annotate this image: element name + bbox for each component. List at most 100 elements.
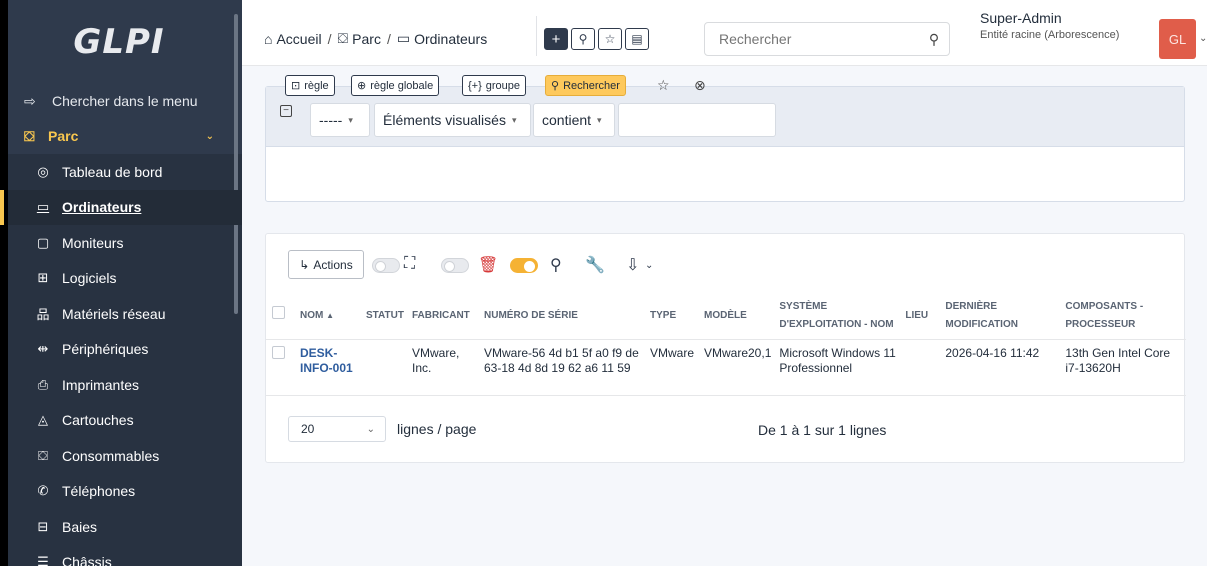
column-header-modele[interactable]: MODÈLE — [700, 294, 776, 340]
operator-select[interactable]: contient ▾ — [533, 103, 615, 137]
global-search[interactable]: ⚲ — [704, 22, 950, 56]
reset-icon[interactable]: ⊗ — [694, 77, 706, 94]
search-icon[interactable]: ⚲ — [919, 31, 949, 48]
column-header-os[interactable]: SYSTÈME D'EXPLOITATION - NOM — [775, 294, 902, 340]
templates-button[interactable]: ▤ — [625, 28, 649, 50]
breadcrumb-ordinateurs[interactable]: Ordinateurs — [414, 31, 487, 47]
group-icon: {+} — [468, 79, 482, 92]
add-group-button[interactable]: {+} groupe — [462, 75, 527, 96]
breadcrumb-parc[interactable]: Parc — [352, 31, 381, 47]
chevron-down-icon: ⌄ — [366, 423, 375, 435]
sidebar-section-parc[interactable]: ⛋ Parc ⌄ — [8, 118, 242, 154]
section-label: Parc — [48, 128, 79, 144]
cell-type: VMware — [646, 339, 700, 396]
column-header-lieu[interactable]: LIEU — [901, 294, 942, 340]
user-info[interactable]: Super-Admin Entité racine (Arborescence) — [980, 10, 1119, 41]
collapse-icon[interactable]: − — [280, 105, 292, 117]
cartridge-icon: ◬ — [38, 412, 48, 428]
computer-icon: ▭ — [396, 30, 411, 46]
chevron-down-icon: ▾ — [597, 114, 602, 125]
search-icon: ⚲ — [550, 257, 562, 274]
peripheral-icon: ⇹ — [37, 341, 49, 357]
breadcrumb-separator: / — [386, 30, 391, 47]
column-header-fabricant[interactable]: FABRICANT — [408, 294, 480, 340]
actions-button[interactable]: ↳ Actions — [288, 250, 364, 279]
sidebar-item-tableau-de-bord[interactable]: ◎ Tableau de bord — [8, 154, 242, 190]
search-button[interactable]: ⚲ — [571, 28, 595, 50]
column-header-nom[interactable]: NOM ▲ — [296, 294, 362, 340]
chevron-down-icon[interactable]: ⌄ — [1199, 33, 1207, 44]
search-toggle[interactable] — [510, 258, 538, 273]
add-button[interactable]: + — [544, 28, 568, 50]
select-all-checkbox[interactable] — [272, 306, 285, 320]
column-header-type[interactable]: TYPE — [646, 294, 700, 340]
printer-icon: ⎙ — [37, 376, 49, 392]
sidebar-item-logiciels[interactable]: ⊞ Logiciels — [8, 261, 242, 297]
map-icon: ⛶ — [404, 255, 416, 272]
sidebar-item-peripheriques[interactable]: ⇹ Périphériques — [8, 332, 242, 368]
cube-icon: ⛋ — [24, 127, 35, 144]
sidebar-item-chassis[interactable]: ☰ Châssis — [8, 545, 242, 566]
items-select[interactable]: Éléments visualisés ▾ — [374, 103, 531, 137]
table-row[interactable]: DESK-INFO-001 VMware, Inc. VMware-56 4d … — [266, 339, 1186, 396]
criteria-row: − ----- ▾ Éléments visualisés ▾ contient ▾ — [266, 87, 1184, 147]
actions-icon: ↳ — [299, 257, 310, 272]
cell-processeur: 13th Gen Intel Core i7-13620H — [1061, 339, 1186, 396]
column-header-derniere-modification[interactable]: DERNIÈRE MODIFICATION — [941, 294, 1062, 340]
computer-name-link[interactable]: DESK-INFO-001 — [300, 346, 353, 375]
arrow-right-icon: ⇨ — [24, 92, 36, 109]
global-search-input[interactable] — [705, 31, 919, 47]
column-header-numero-serie[interactable]: NUMÉRO DE SÉRIE — [480, 294, 646, 340]
row-checkbox[interactable] — [272, 345, 285, 359]
avatar[interactable]: GL — [1159, 19, 1196, 59]
add-rule-icon: ⊡ — [291, 80, 301, 92]
sidebar-item-ordinateurs[interactable]: ▭ Ordinateurs — [0, 189, 242, 225]
breadcrumb-separator: / — [327, 30, 332, 47]
rechercher-button[interactable]: ⚲ Rechercher — [545, 75, 626, 96]
software-icon: ⊞ — [37, 270, 49, 286]
list-icon: ▤ — [631, 32, 643, 46]
breadcrumb-accueil[interactable]: Accueil — [276, 31, 321, 47]
dashboard-icon: ◎ — [37, 163, 49, 179]
star-icon[interactable]: ☆ — [657, 77, 670, 94]
plus-icon: + — [551, 30, 561, 48]
results-table: NOM ▲ STATUT FABRICANT NUMÉRO DE SÉRIE T… — [266, 294, 1186, 396]
chevron-down-icon: ▾ — [511, 114, 517, 125]
sidebar-item-moniteurs[interactable]: ▢ Moniteurs — [8, 225, 242, 261]
page-size-select[interactable]: 20 ⌄ — [288, 416, 386, 442]
sidebar-item-materiels-reseau[interactable]: 品 Matériels réseau — [8, 296, 242, 332]
value-input[interactable] — [618, 103, 776, 137]
add-global-rule-button[interactable]: ⊕ règle globale — [351, 75, 440, 96]
map-toggle[interactable] — [372, 258, 400, 273]
network-icon: 品 — [36, 307, 50, 323]
sidebar: GLPI ⇨ Chercher dans le menu ⛋ Parc ⌄ ◎ … — [0, 0, 242, 566]
menu-search-link[interactable]: ⇨ Chercher dans le menu — [8, 84, 242, 118]
column-header-processeur[interactable]: COMPOSANTS - PROCESSEUR — [1061, 294, 1186, 340]
user-name: Super-Admin — [980, 10, 1062, 26]
pagination-info: De 1 à 1 sur 1 lignes — [758, 422, 887, 438]
chevron-down-icon: ▾ — [348, 114, 353, 125]
sidebar-item-imprimantes[interactable]: ⎙ Imprimantes — [8, 367, 242, 403]
cell-derniere-modification: 2026-04-16 11:42 — [941, 339, 1062, 396]
glpi-logo[interactable]: GLPI — [8, 0, 242, 84]
column-header-statut[interactable]: STATUT — [362, 294, 408, 340]
wrench-icon[interactable]: 🔧 — [585, 255, 605, 275]
sidebar-item-cartouches[interactable]: ◬ Cartouches — [8, 403, 242, 439]
chevron-down-icon[interactable]: ⌄ — [645, 260, 653, 271]
breadcrumb: ⌂ Accueil / ⛋ Parc / ▭ Ordinateurs — [264, 30, 487, 47]
page-size-label: lignes / page — [397, 421, 477, 437]
user-entity: Entité racine (Arborescence) — [980, 29, 1120, 41]
sidebar-item-baies[interactable]: ⊟ Baies — [8, 509, 242, 545]
cell-lieu — [901, 339, 942, 396]
filter-search-icon: ⚲ — [551, 80, 560, 92]
trash-toggle[interactable] — [441, 258, 469, 273]
export-icon[interactable]: ⇩ — [626, 255, 639, 275]
field-select[interactable]: ----- ▾ — [310, 103, 370, 137]
table-header-row: NOM ▲ STATUT FABRICANT NUMÉRO DE SÉRIE T… — [266, 294, 1186, 340]
favorites-button[interactable]: ☆ — [598, 28, 622, 50]
sort-asc-icon: ▲ — [326, 311, 335, 321]
sidebar-item-telephones[interactable]: ✆ Téléphones — [8, 474, 242, 510]
sidebar-item-consommables[interactable]: ⛋ Consommables — [8, 438, 242, 474]
chassis-icon: ☰ — [37, 554, 49, 566]
add-rule-button[interactable]: ⊡ règle — [285, 75, 335, 96]
